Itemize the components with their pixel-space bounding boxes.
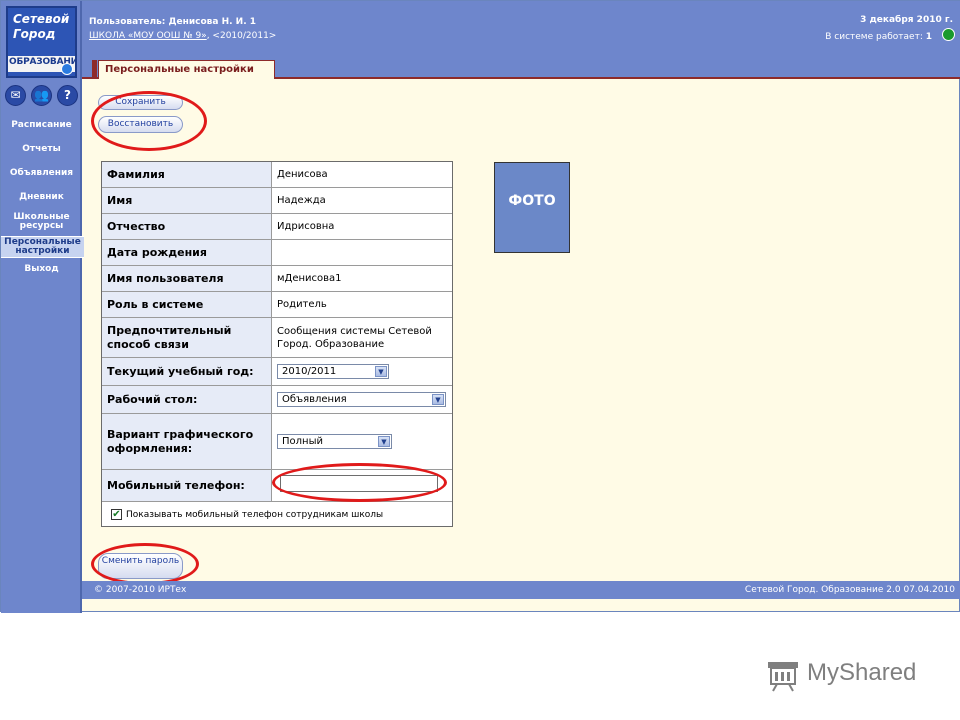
watermark: MyShared	[765, 658, 935, 692]
value-username: мДенисова1	[277, 273, 342, 284]
desktop-select[interactable]: Объявления ▼	[277, 392, 446, 407]
app-window: Сетевой Город ОБРАЗОВАНИ ✉ 👥 ? Расписани…	[0, 0, 960, 613]
value-patronymic: Идрисовна	[277, 221, 335, 232]
logo-badge-icon	[61, 63, 73, 75]
sidebar-item-school-resources[interactable]: Школьные ресурсы	[1, 213, 82, 231]
label-mobile-phone: Мобильный телефон:	[102, 470, 272, 501]
value-desktop-cell: Объявления ▼	[272, 386, 452, 413]
label-school-year: Текущий учебный год:	[102, 358, 272, 385]
photo-placeholder[interactable]: ФОТО	[494, 162, 570, 253]
chevron-down-icon: ▼	[432, 394, 444, 405]
row-first-name: Имя Надежда	[102, 188, 452, 214]
show-phone-label: Показывать мобильный телефон сотрудникам…	[126, 510, 384, 520]
school-year-selected: 2010/2011	[282, 366, 337, 377]
row-desktop: Рабочий стол: Объявления ▼	[102, 386, 452, 414]
row-school-year: Текущий учебный год: 2010/2011 ▼	[102, 358, 452, 386]
label-first-name: Имя	[102, 188, 272, 213]
row-patronymic: Отчество Идрисовна	[102, 214, 452, 240]
theme-select[interactable]: Полный ▼	[277, 434, 392, 449]
highlight-ring-buttons	[91, 91, 207, 151]
sidebar-item-exit[interactable]: Выход	[1, 265, 82, 274]
copyright: © 2007-2010 ИРТех	[94, 585, 187, 595]
row-last-name: Фамилия Денисова	[102, 162, 452, 188]
users-icon[interactable]: 👥	[31, 85, 52, 106]
mail-icon[interactable]: ✉	[5, 85, 26, 106]
sidebar-icons: ✉ 👥 ?	[5, 85, 79, 107]
school-link[interactable]: ШКОЛА «МОУ ООШ № 9»	[89, 31, 207, 41]
sidebar: Сетевой Город ОБРАЗОВАНИ ✉ 👥 ? Расписани…	[1, 1, 84, 613]
header: Пользователь: Денисова Н. И. 1 ШКОЛА «МО…	[82, 1, 960, 56]
logo[interactable]: Сетевой Город ОБРАЗОВАНИ	[6, 6, 77, 78]
theme-selected: Полный	[282, 436, 323, 447]
chevron-down-icon: ▼	[378, 436, 390, 447]
watermark-text: MyShared	[807, 659, 917, 686]
tab-personal-settings[interactable]: Персональные настройки	[98, 60, 275, 79]
sidebar-item-reports[interactable]: Отчеты	[1, 145, 82, 154]
label-role: Роль в системе	[102, 292, 272, 317]
label-last-name: Фамилия	[102, 162, 272, 187]
label-username: Имя пользователя	[102, 266, 272, 291]
help-icon[interactable]: ?	[57, 85, 78, 106]
current-user: Пользователь: Денисова Н. И. 1	[89, 17, 257, 27]
chevron-down-icon: ▼	[375, 366, 387, 377]
sidebar-item-personal-settings[interactable]: Персональные настройки	[1, 236, 84, 258]
current-date: 3 декабря 2010 г.	[860, 15, 953, 25]
row-role: Роль в системе Родитель	[102, 292, 452, 318]
online-users: В системе работает: 1	[825, 32, 932, 42]
sidebar-item-schedule[interactable]: Расписание	[1, 121, 82, 130]
sidebar-item-diary[interactable]: Дневник	[1, 193, 82, 202]
value-role: Родитель	[277, 299, 327, 310]
value-birth-date	[272, 240, 452, 265]
highlight-ring-password	[91, 543, 199, 585]
presentation-icon	[768, 662, 798, 692]
school-year: , <2010/2011>	[206, 31, 277, 41]
school-year-select[interactable]: 2010/2011 ▼	[277, 364, 389, 379]
desktop-selected: Объявления	[282, 394, 347, 405]
label-birth-date: Дата рождения	[102, 240, 272, 265]
value-school-year-cell: 2010/2011 ▼	[272, 358, 452, 385]
label-theme: Вариант графического оформления:	[102, 414, 272, 469]
show-phone-checkbox[interactable]: ✔	[111, 509, 122, 520]
highlight-ring-phone	[272, 463, 447, 502]
row-birth-date: Дата рождения	[102, 240, 452, 266]
online-count: 1	[925, 32, 932, 42]
row-contact-method: Предпочтительный способ связи Сообщения …	[102, 318, 452, 358]
school-line: ШКОЛА «МОУ ООШ № 9», <2010/2011>	[89, 31, 276, 41]
logo-line-2: Город	[13, 27, 56, 41]
version-info: Сетевой Город. Образование 2.0 07.04.201…	[744, 585, 955, 595]
row-username: Имя пользователя мДенисова1	[102, 266, 452, 292]
footer: © 2007-2010 ИРТех Сетевой Город. Образов…	[82, 581, 960, 599]
online-label: В системе работает:	[825, 32, 923, 42]
value-last-name: Денисова	[277, 169, 328, 180]
sidebar-item-announcements[interactable]: Объявления	[1, 169, 82, 178]
refresh-icon[interactable]	[942, 28, 955, 41]
show-phone-row: ✔ Показывать мобильный телефон сотрудник…	[102, 504, 452, 526]
label-contact-method: Предпочтительный способ связи	[102, 318, 272, 357]
row-theme: Вариант графического оформления: Полный …	[102, 414, 452, 470]
tab-marker	[92, 60, 97, 79]
value-contact-method: Сообщения системы Сетевой Город. Образов…	[277, 325, 432, 350]
logo-line-1: Сетевой	[13, 12, 70, 26]
value-first-name: Надежда	[277, 195, 326, 206]
label-desktop: Рабочий стол:	[102, 386, 272, 413]
label-patronymic: Отчество	[102, 214, 272, 239]
value-theme-cell: Полный ▼	[272, 414, 452, 469]
